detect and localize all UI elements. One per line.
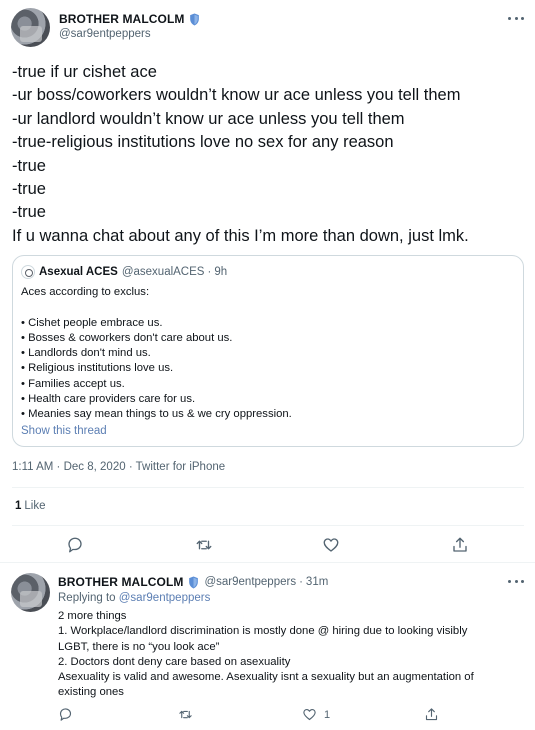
like-icon [323, 538, 339, 552]
avatar[interactable] [11, 573, 50, 612]
reply-like-count: 1 [324, 709, 331, 721]
replying-handle-link[interactable]: @sar9entpeppers [119, 592, 211, 604]
reply-line: 2. Doctors dont deny care based on asexu… [58, 655, 291, 668]
like-number: 1 [15, 500, 22, 512]
quoted-tweet-header: Asexual ACES @asexualACES · 9h [21, 265, 227, 279]
reply-author-row: BROTHER MALCOLM @sar9entpeppers · 31m [58, 575, 328, 589]
like-icon [303, 708, 316, 721]
quoted-avatar [21, 265, 35, 279]
show-thread-link[interactable]: Show this thread [21, 425, 107, 437]
retweet-icon [179, 710, 192, 719]
tweet-line: -ur landlord wouldn’t know ur ace unless… [12, 109, 405, 128]
reply-line: existing ones [58, 686, 124, 699]
reply-line: 2 more things [58, 610, 127, 622]
likes-count[interactable]: 1 Like [15, 500, 46, 512]
reply-line: LGBT, there is no “you look ace” [58, 640, 220, 653]
verified-badge-icon [189, 576, 199, 588]
reply-icon [59, 708, 72, 721]
quoted-bullet: • Bosses & coworkers don't care about us… [21, 331, 233, 344]
quoted-bullet: • Families accept us. [21, 377, 125, 390]
retweet-button[interactable] [178, 707, 193, 722]
tweet-line: -true if ur cishet ace [12, 63, 157, 81]
tweet-line: -true-religious institutions love no sex… [12, 133, 394, 152]
replying-prefix: Replying to [58, 592, 116, 604]
quoted-tweet-body: Aces according to exclus: • Cishet peopl… [21, 285, 516, 423]
replying-to: Replying to @sar9entpeppers [58, 592, 210, 604]
tweet-text: -true if ur cishet ace -ur boss/coworker… [12, 61, 527, 248]
reply-tweet[interactable]: BROTHER MALCOLM @sar9entpeppers · 31m Re… [0, 563, 535, 730]
separator-dot: · [56, 461, 61, 473]
reply-icon [68, 537, 82, 553]
reply-button[interactable] [66, 536, 84, 554]
author-display-name[interactable]: BROTHER MALCOLM [59, 12, 184, 26]
avatar[interactable] [11, 8, 50, 47]
divider [12, 487, 524, 488]
share-icon [425, 708, 438, 721]
quoted-display-name: Asexual ACES [39, 266, 118, 278]
reply-display-name[interactable]: BROTHER MALCOLM [58, 575, 183, 589]
separator-dot: · [207, 266, 212, 278]
quoted-tweet-card[interactable]: Asexual ACES @asexualACES · 9h Aces acco… [12, 255, 524, 447]
author-handle[interactable]: @sar9entpeppers [59, 28, 151, 40]
share-button[interactable] [451, 536, 469, 554]
like-button[interactable] [322, 536, 340, 554]
reply-handle[interactable]: @sar9entpeppers [204, 576, 296, 588]
tweet-source[interactable]: Twitter for iPhone [136, 461, 225, 473]
divider [12, 525, 524, 526]
retweet-icon [196, 540, 212, 550]
like-button[interactable] [302, 707, 317, 722]
reply-line: 1. Workplace/landlord discrimination is … [58, 625, 468, 638]
tweet-line: -ur boss/coworkers wouldn’t know ur ace … [12, 86, 461, 105]
author-name-row: BROTHER MALCOLM [59, 12, 201, 26]
tweet-date[interactable]: Dec 8, 2020 [64, 461, 126, 473]
share-button[interactable] [424, 707, 439, 722]
separator-dot: · [128, 461, 133, 473]
more-options-icon[interactable] [508, 13, 524, 23]
quoted-intro: Aces according to exclus: [21, 286, 150, 298]
like-label: Like [24, 500, 46, 512]
quoted-handle: @asexualACES [121, 266, 205, 278]
quoted-time: 9h [214, 266, 228, 278]
tweet-time[interactable]: 1:11 AM [12, 461, 53, 473]
separator-dot: · [299, 576, 303, 588]
reply-text: 2 more things 1. Workplace/landlord disc… [58, 609, 528, 701]
reply-button[interactable] [58, 707, 73, 722]
reply-line: Asexuality is valid and awesome. Asexual… [58, 671, 474, 684]
quoted-bullet: • Religious institutions love us. [21, 362, 174, 375]
reply-time[interactable]: 31m [306, 576, 328, 588]
quoted-bullet: • Meanies say mean things to us & we cry… [21, 408, 292, 421]
tweet-line: If u wanna chat about any of this I’m mo… [12, 226, 469, 245]
more-options-icon[interactable] [508, 576, 524, 586]
quoted-bullet: • Landlords don't mind us. [21, 347, 151, 360]
quoted-bullet: • Health care providers care for us. [21, 393, 196, 406]
tweet-line: -true [12, 203, 46, 222]
verified-badge-icon [190, 13, 200, 25]
main-tweet: BROTHER MALCOLM @sar9entpeppers -true if… [0, 0, 535, 562]
quoted-bullet: • Cishet people embrace us. [21, 316, 163, 329]
retweet-button[interactable] [195, 536, 213, 554]
tweet-line: -true [12, 156, 46, 175]
share-icon [453, 537, 467, 552]
tweet-metadata: 1:11 AM · Dec 8, 2020 · Twitter for iPho… [12, 461, 225, 473]
tweet-line: -true [12, 180, 46, 199]
